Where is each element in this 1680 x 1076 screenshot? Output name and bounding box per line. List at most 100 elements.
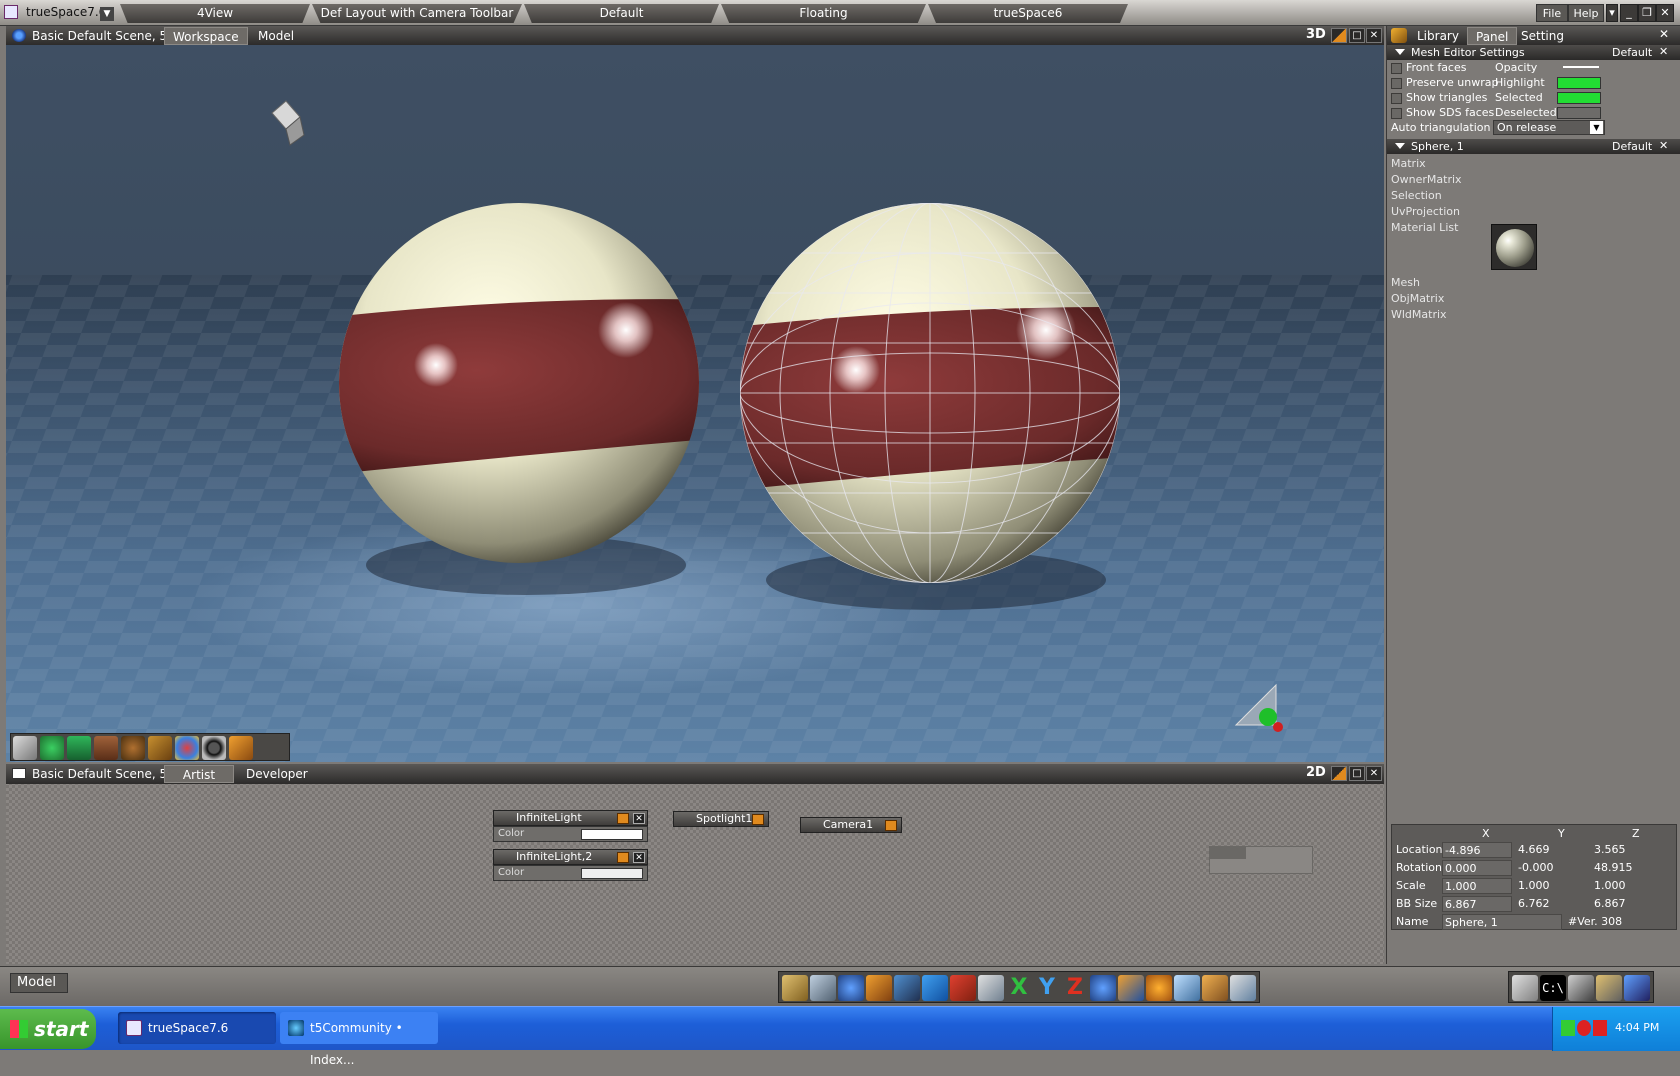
tab-panel[interactable]: Panel — [1467, 27, 1518, 45]
x-axis-icon[interactable]: X — [1006, 975, 1032, 1001]
camera-icon[interactable] — [1174, 975, 1200, 1001]
chevron-down-icon[interactable]: ▾ — [1606, 4, 1618, 22]
deselected-color-swatch[interactable] — [1557, 107, 1601, 119]
z-axis-icon[interactable]: Z — [1062, 975, 1088, 1001]
file-menu-button[interactable]: File — [1536, 4, 1568, 22]
settings-icon[interactable] — [1596, 975, 1622, 1001]
tools-icon[interactable] — [782, 975, 808, 1001]
opacity-slider[interactable] — [1563, 66, 1599, 68]
network-icon[interactable] — [1561, 1020, 1575, 1036]
mesh-editor-section-header[interactable]: Mesh Editor Settings Default ✕ — [1387, 45, 1680, 60]
node-infinitelight[interactable]: InfiniteLight ✕ — [493, 810, 648, 826]
viewport-2d-link-editor[interactable]: Basic Default Scene, 5 Artist Developer … — [6, 764, 1384, 964]
wrench-icon[interactable] — [810, 975, 836, 1001]
show-sds-faces-checkbox[interactable] — [1391, 108, 1402, 119]
start-button[interactable]: start — [0, 1009, 96, 1049]
render-icon[interactable] — [1230, 975, 1256, 1001]
node-orange-icon[interactable] — [617, 813, 629, 824]
sphere-icon[interactable] — [1146, 975, 1172, 1001]
axis-move-icon[interactable] — [978, 975, 1004, 1001]
collapse-triangle-icon[interactable] — [1395, 143, 1405, 149]
monitor-icon[interactable] — [1568, 975, 1594, 1001]
close-window-button[interactable]: ✕ — [1656, 4, 1674, 22]
node-camera1[interactable]: Camera1 — [800, 817, 902, 833]
scale-z-field[interactable]: 1.000 — [1592, 878, 1662, 894]
grid-icon[interactable] — [1202, 975, 1228, 1001]
bbsize-y-field[interactable]: 6.762 — [1516, 896, 1586, 912]
prop-objmatrix[interactable]: ObjMatrix — [1391, 292, 1444, 305]
object-name-field[interactable]: Sphere, 1 — [1442, 914, 1562, 930]
material-preview-thumbnail[interactable] — [1491, 224, 1537, 270]
auto-triangulation-select[interactable]: On release ▼ — [1493, 120, 1605, 135]
security-icon[interactable] — [1577, 1020, 1591, 1036]
bbsize-z-field[interactable]: 6.867 — [1592, 896, 1662, 912]
link-tool-icon[interactable] — [229, 736, 253, 760]
close-section-icon[interactable]: ✕ — [1659, 45, 1668, 58]
snap-icon[interactable] — [1118, 975, 1144, 1001]
layout-tab-default[interactable]: Default — [524, 4, 719, 23]
location-z-field[interactable]: 3.565 — [1592, 842, 1662, 858]
node-close-icon[interactable]: ✕ — [633, 813, 645, 824]
help-menu-button[interactable]: Help — [1568, 4, 1604, 22]
tab-developer[interactable]: Developer — [238, 765, 316, 783]
app-menu-dropdown-icon[interactable]: ▼ — [100, 7, 114, 21]
maximize-viewport-button[interactable]: □ — [1349, 28, 1365, 43]
location-x-field[interactable]: -4.896 — [1442, 842, 1512, 858]
prop-matrix[interactable]: Matrix — [1391, 157, 1426, 170]
book-icon[interactable] — [894, 975, 920, 1001]
close-section-icon[interactable]: ✕ — [1659, 139, 1668, 152]
close-viewport-button[interactable]: ✕ — [1366, 28, 1382, 43]
select-arrow-icon[interactable] — [13, 736, 37, 760]
taskbar-item-browser[interactable]: t5Community • Index... — [280, 1012, 438, 1067]
node-color-row[interactable]: Color — [493, 865, 648, 881]
mode-indicator[interactable]: Model — [10, 973, 68, 993]
rotation-z-field[interactable]: 48.915 — [1592, 860, 1662, 876]
preserve-unwrap-checkbox[interactable] — [1391, 78, 1402, 89]
rotation-x-field[interactable]: 0.000 — [1442, 860, 1512, 876]
color-swatch[interactable] — [581, 829, 643, 840]
node-orange-icon[interactable] — [752, 814, 764, 825]
collapse-triangle-icon[interactable] — [1395, 49, 1405, 55]
minimize-window-button[interactable]: _ — [1620, 4, 1638, 22]
scale-x-field[interactable]: 1.000 — [1442, 878, 1512, 894]
prop-material-list[interactable]: Material List — [1391, 221, 1458, 234]
tab-library[interactable]: Library — [1409, 27, 1467, 45]
node-infinitelight-2[interactable]: InfiniteLight,2 ✕ — [493, 849, 648, 865]
node-orange-icon[interactable] — [885, 820, 897, 831]
node-close-icon[interactable]: ✕ — [633, 852, 645, 863]
taskbar-item-truespace[interactable]: trueSpace7.6 — [118, 1012, 276, 1044]
box-icon[interactable] — [866, 975, 892, 1001]
chevron-down-icon[interactable]: ▼ — [1590, 121, 1603, 134]
y-axis-icon[interactable]: Y — [1034, 975, 1060, 1001]
node-color-row[interactable]: Color — [493, 826, 648, 842]
tab-setting[interactable]: Setting — [1513, 27, 1572, 45]
layout-tab-4view[interactable]: 4View — [120, 4, 310, 23]
color-swatch[interactable] — [581, 868, 643, 879]
undo-icon[interactable] — [1090, 975, 1116, 1001]
viewport-3d[interactable]: Basic Default Scene, 5 Workspace Model 3… — [6, 26, 1384, 762]
preset-label[interactable]: Default — [1612, 46, 1652, 59]
viewport-options-icon[interactable] — [1331, 766, 1347, 781]
antivirus-icon[interactable] — [1593, 1020, 1607, 1036]
close-viewport-button[interactable]: ✕ — [1366, 766, 1382, 781]
house-icon[interactable] — [950, 975, 976, 1001]
restore-window-button[interactable]: ❐ — [1638, 4, 1656, 22]
rotate-icon[interactable] — [838, 975, 864, 1001]
prop-mesh[interactable]: Mesh — [1391, 276, 1420, 289]
layout-tab-def-layout[interactable]: Def Layout with Camera Toolbar Plugin — [312, 4, 522, 23]
preset-label[interactable]: Default — [1612, 140, 1652, 153]
cube-icon[interactable] — [922, 975, 948, 1001]
folder-icon[interactable] — [1512, 975, 1538, 1001]
prop-wldmatrix[interactable]: WldMatrix — [1391, 308, 1447, 321]
minimap-viewport[interactable] — [1210, 847, 1246, 859]
script-icon[interactable] — [1624, 975, 1650, 1001]
highlight-color-swatch[interactable] — [1557, 77, 1601, 89]
selected-color-swatch[interactable] — [1557, 92, 1601, 104]
3d-scene-render[interactable] — [6, 45, 1384, 762]
node-spotlight1[interactable]: Spotlight1 — [673, 811, 769, 827]
prop-selection[interactable]: Selection — [1391, 189, 1442, 202]
tab-workspace[interactable]: Workspace — [164, 27, 248, 45]
torus-icon[interactable] — [202, 736, 226, 760]
tab-artist[interactable]: Artist — [164, 765, 234, 783]
layout-tab-truespace6[interactable]: trueSpace6 — [928, 4, 1128, 23]
